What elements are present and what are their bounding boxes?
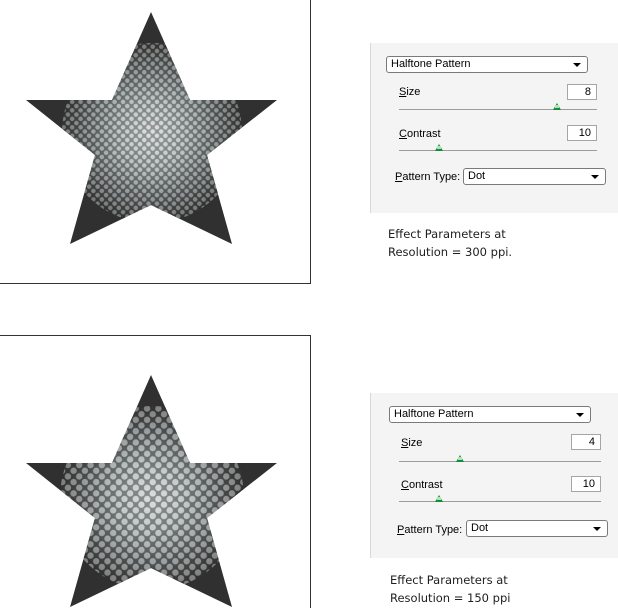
filter-type-dropdown[interactable]: Halftone Pattern	[389, 406, 591, 423]
pattern-type-dropdown[interactable]: Dot	[466, 520, 608, 537]
size-slider-track[interactable]	[399, 461, 601, 462]
size-label: Size	[401, 437, 423, 449]
size-label: Size	[399, 86, 421, 98]
contrast-slider-thumb[interactable]	[435, 495, 444, 502]
filter-panel-150ppi: Halftone Pattern Size 4 Contrast 10 Patt…	[370, 393, 618, 558]
pattern-type-dropdown[interactable]: Dot	[463, 168, 606, 185]
star-canvas-300ppi	[0, 0, 311, 284]
caption-line-2: Resolution = 300 ppi.	[388, 245, 513, 259]
size-input[interactable]: 8	[567, 84, 597, 100]
star-canvas-150ppi	[0, 335, 311, 608]
contrast-slider-thumb[interactable]	[434, 144, 443, 151]
filter-type-value: Halftone Pattern	[394, 408, 474, 420]
halftone-star-150ppi	[26, 375, 277, 607]
caption-line-1: Effect Parameters at	[390, 573, 508, 587]
contrast-input[interactable]: 10	[571, 476, 601, 492]
filter-panel-300ppi: Halftone Pattern Size 8 Contrast 10 Patt…	[370, 43, 618, 213]
pattern-type-value: Dot	[468, 170, 486, 182]
filter-type-value: Halftone Pattern	[391, 58, 471, 70]
pattern-type-value: Dot	[471, 522, 489, 534]
size-slider-thumb[interactable]	[553, 103, 562, 110]
size-slider-thumb[interactable]	[455, 455, 464, 462]
caption-line-2: Resolution = 150 ppi	[390, 591, 511, 605]
chevron-down-icon	[593, 527, 601, 531]
filter-type-dropdown[interactable]: Halftone Pattern	[386, 56, 588, 73]
halftone-star-300ppi	[26, 12, 277, 244]
contrast-slider-track[interactable]	[399, 150, 597, 151]
pattern-type-label: Pattern Type:	[397, 524, 463, 536]
chevron-down-icon	[573, 63, 581, 67]
caption-line-1: Effect Parameters at	[388, 227, 506, 241]
size-input[interactable]: 4	[571, 434, 601, 450]
pattern-type-label: Pattern Type:	[395, 171, 461, 183]
chevron-down-icon	[591, 175, 599, 179]
size-slider-track[interactable]	[399, 109, 597, 110]
chevron-down-icon	[576, 413, 584, 417]
contrast-input[interactable]: 10	[567, 125, 597, 141]
contrast-label: Contrast	[399, 128, 441, 140]
contrast-slider-track[interactable]	[399, 501, 601, 502]
caption-150ppi: Effect Parameters at Resolution = 150 pp…	[390, 571, 510, 607]
caption-300ppi: Effect Parameters at Resolution = 300 pp…	[388, 225, 512, 261]
contrast-label: Contrast	[401, 479, 443, 491]
